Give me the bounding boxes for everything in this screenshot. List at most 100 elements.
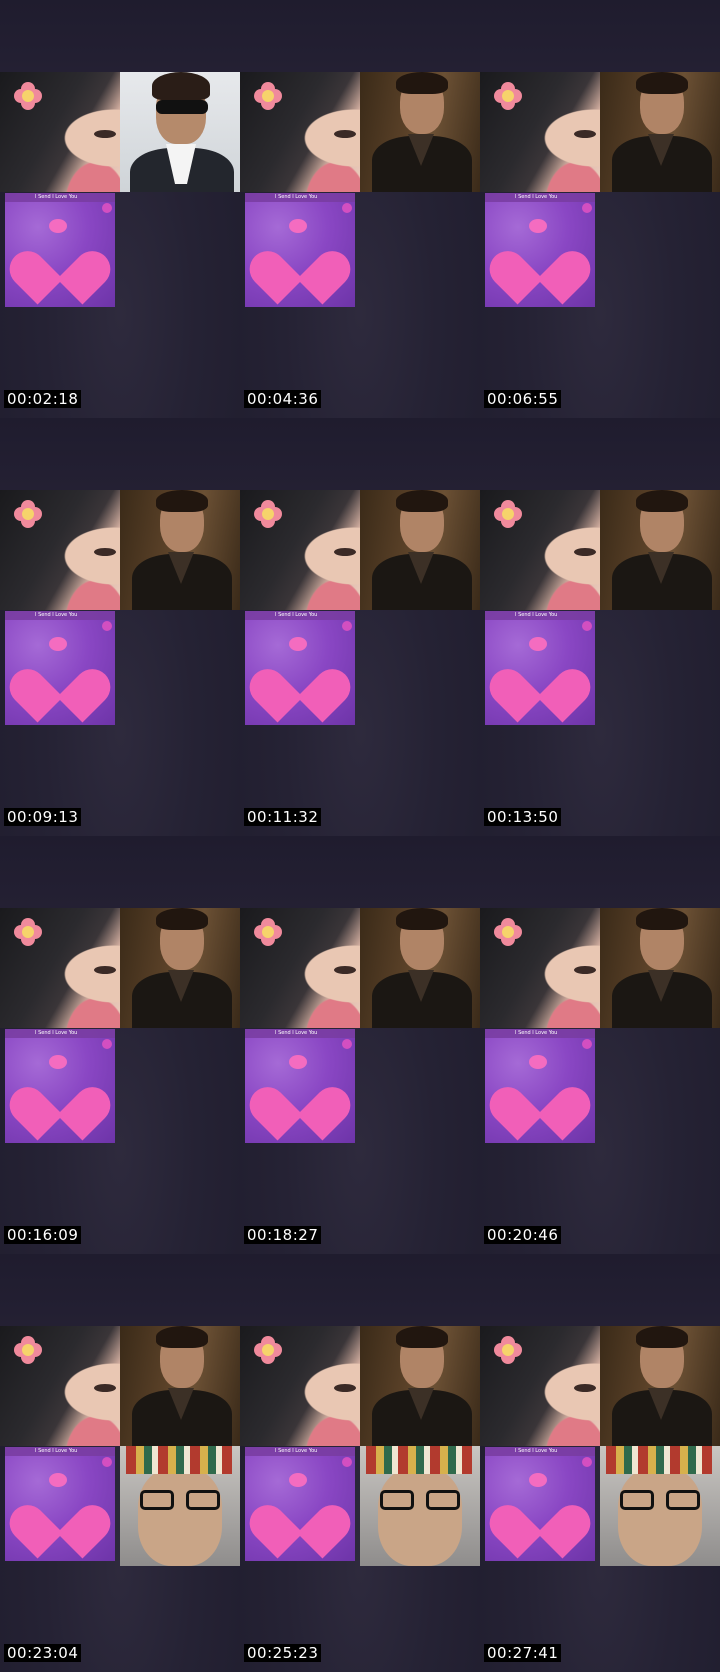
frame-top-band xyxy=(0,836,240,908)
heart-sticker-video: I Send I Love You xyxy=(485,1029,595,1143)
participant-video-girl xyxy=(0,908,120,1028)
heart-caption-bar: I Send I Love You xyxy=(245,193,355,202)
eye xyxy=(334,548,356,556)
video-frame-thumbnail[interactable]: I Send I Love You 00:25:23 xyxy=(240,1254,480,1672)
small-heart-icon xyxy=(49,1055,67,1069)
heart-caption: I Send I Love You xyxy=(35,1448,78,1454)
frame-top-band xyxy=(0,418,240,490)
eye xyxy=(94,548,116,556)
heart-icon xyxy=(245,1483,355,1559)
heart-sticker-video: I Send I Love You xyxy=(485,1447,595,1561)
heart-badge-icon xyxy=(102,203,112,213)
heart-badge-icon xyxy=(342,1039,352,1049)
video-frame-thumbnail[interactable]: I Send I Love You 00:27:41 xyxy=(480,1254,720,1672)
video-frame-thumbnail[interactable]: I Send I Love You 00:20:46 xyxy=(480,836,720,1254)
frame-top-band xyxy=(0,0,240,72)
sunglasses-icon xyxy=(156,100,208,114)
eye xyxy=(94,130,116,138)
participant-video-girl xyxy=(480,908,600,1028)
participant-video-girl xyxy=(0,490,120,610)
small-heart-icon xyxy=(529,1055,547,1069)
heart-sticker-video: I Send I Love You xyxy=(485,193,595,307)
video-frame-thumbnail[interactable]: I Send I Love You 00:09:13 xyxy=(0,418,240,836)
frame-timestamp: 00:06:55 xyxy=(484,390,562,408)
heart-caption: I Send I Love You xyxy=(275,1448,318,1454)
participant-video-man xyxy=(120,908,240,1028)
hat-icon xyxy=(126,1446,232,1474)
eye xyxy=(574,966,596,974)
heart-badge-icon xyxy=(582,203,592,213)
flower-icon xyxy=(14,1336,42,1364)
heart-icon xyxy=(485,1483,595,1559)
frame-top-band xyxy=(240,0,480,72)
participant-video-girl xyxy=(0,72,120,192)
frame-top-band xyxy=(480,0,720,72)
heart-caption: I Send I Love You xyxy=(275,1030,318,1036)
video-frame-thumbnail[interactable]: I Send I Love You 00:02:18 xyxy=(0,0,240,418)
small-heart-icon xyxy=(289,1055,307,1069)
small-heart-icon xyxy=(49,219,67,233)
participant-video-old-man xyxy=(360,1446,480,1566)
heart-caption: I Send I Love You xyxy=(515,194,558,200)
flower-icon xyxy=(494,918,522,946)
video-frame-thumbnail[interactable]: I Send I Love You 00:16:09 xyxy=(0,836,240,1254)
video-frame-thumbnail[interactable]: I Send I Love You 00:11:32 xyxy=(240,418,480,836)
heart-caption: I Send I Love You xyxy=(35,612,78,618)
frame-timestamp: 00:11:32 xyxy=(244,808,322,826)
heart-badge-icon xyxy=(342,1457,352,1467)
eye xyxy=(94,1384,116,1392)
flower-icon xyxy=(494,500,522,528)
heart-caption-bar: I Send I Love You xyxy=(245,1447,355,1456)
flower-icon xyxy=(254,500,282,528)
heart-sticker-video: I Send I Love You xyxy=(485,611,595,725)
frame-top-band xyxy=(240,1254,480,1326)
eye xyxy=(574,130,596,138)
heart-caption: I Send I Love You xyxy=(515,612,558,618)
small-heart-icon xyxy=(289,637,307,651)
flower-icon xyxy=(254,82,282,110)
small-heart-icon xyxy=(289,1473,307,1487)
flower-icon xyxy=(494,1336,522,1364)
flower-icon xyxy=(254,1336,282,1364)
eye xyxy=(94,966,116,974)
participant-video-girl xyxy=(240,908,360,1028)
flower-icon xyxy=(494,82,522,110)
heart-caption-bar: I Send I Love You xyxy=(245,611,355,620)
heart-icon xyxy=(5,1483,115,1559)
eye xyxy=(334,966,356,974)
participant-video-man xyxy=(360,72,480,192)
small-heart-icon xyxy=(49,1473,67,1487)
heart-icon xyxy=(245,1065,355,1141)
frame-timestamp: 00:20:46 xyxy=(484,1226,562,1244)
small-heart-icon xyxy=(529,1473,547,1487)
heart-badge-icon xyxy=(102,1039,112,1049)
heart-caption-bar: I Send I Love You xyxy=(485,1447,595,1456)
video-frame-thumbnail[interactable]: I Send I Love You 00:23:04 xyxy=(0,1254,240,1672)
participant-video-girl xyxy=(240,1326,360,1446)
heart-badge-icon xyxy=(342,621,352,631)
heart-badge-icon xyxy=(342,203,352,213)
frame-timestamp: 00:25:23 xyxy=(244,1644,322,1662)
heart-caption: I Send I Love You xyxy=(35,1030,78,1036)
heart-sticker-video: I Send I Love You xyxy=(5,1029,115,1143)
small-heart-icon xyxy=(49,637,67,651)
participant-video-man-sunglasses xyxy=(120,72,240,192)
participant-video-man xyxy=(120,490,240,610)
frame-timestamp: 00:23:04 xyxy=(4,1644,82,1662)
participant-video-girl xyxy=(240,490,360,610)
heart-icon xyxy=(5,1065,115,1141)
heart-icon xyxy=(245,647,355,723)
video-frame-thumbnail[interactable]: I Send I Love You 00:06:55 xyxy=(480,0,720,418)
participant-video-man xyxy=(120,1326,240,1446)
heart-badge-icon xyxy=(582,621,592,631)
video-frame-thumbnail[interactable]: I Send I Love You 00:18:27 xyxy=(240,836,480,1254)
heart-caption-bar: I Send I Love You xyxy=(5,193,115,202)
heart-sticker-video: I Send I Love You xyxy=(245,1029,355,1143)
video-frame-thumbnail[interactable]: I Send I Love You 00:13:50 xyxy=(480,418,720,836)
frame-timestamp: 00:09:13 xyxy=(4,808,82,826)
glasses-icon xyxy=(620,1490,700,1512)
eye xyxy=(334,130,356,138)
video-frame-thumbnail[interactable]: I Send I Love You 00:04:36 xyxy=(240,0,480,418)
heart-caption: I Send I Love You xyxy=(35,194,78,200)
frame-top-band xyxy=(480,418,720,490)
